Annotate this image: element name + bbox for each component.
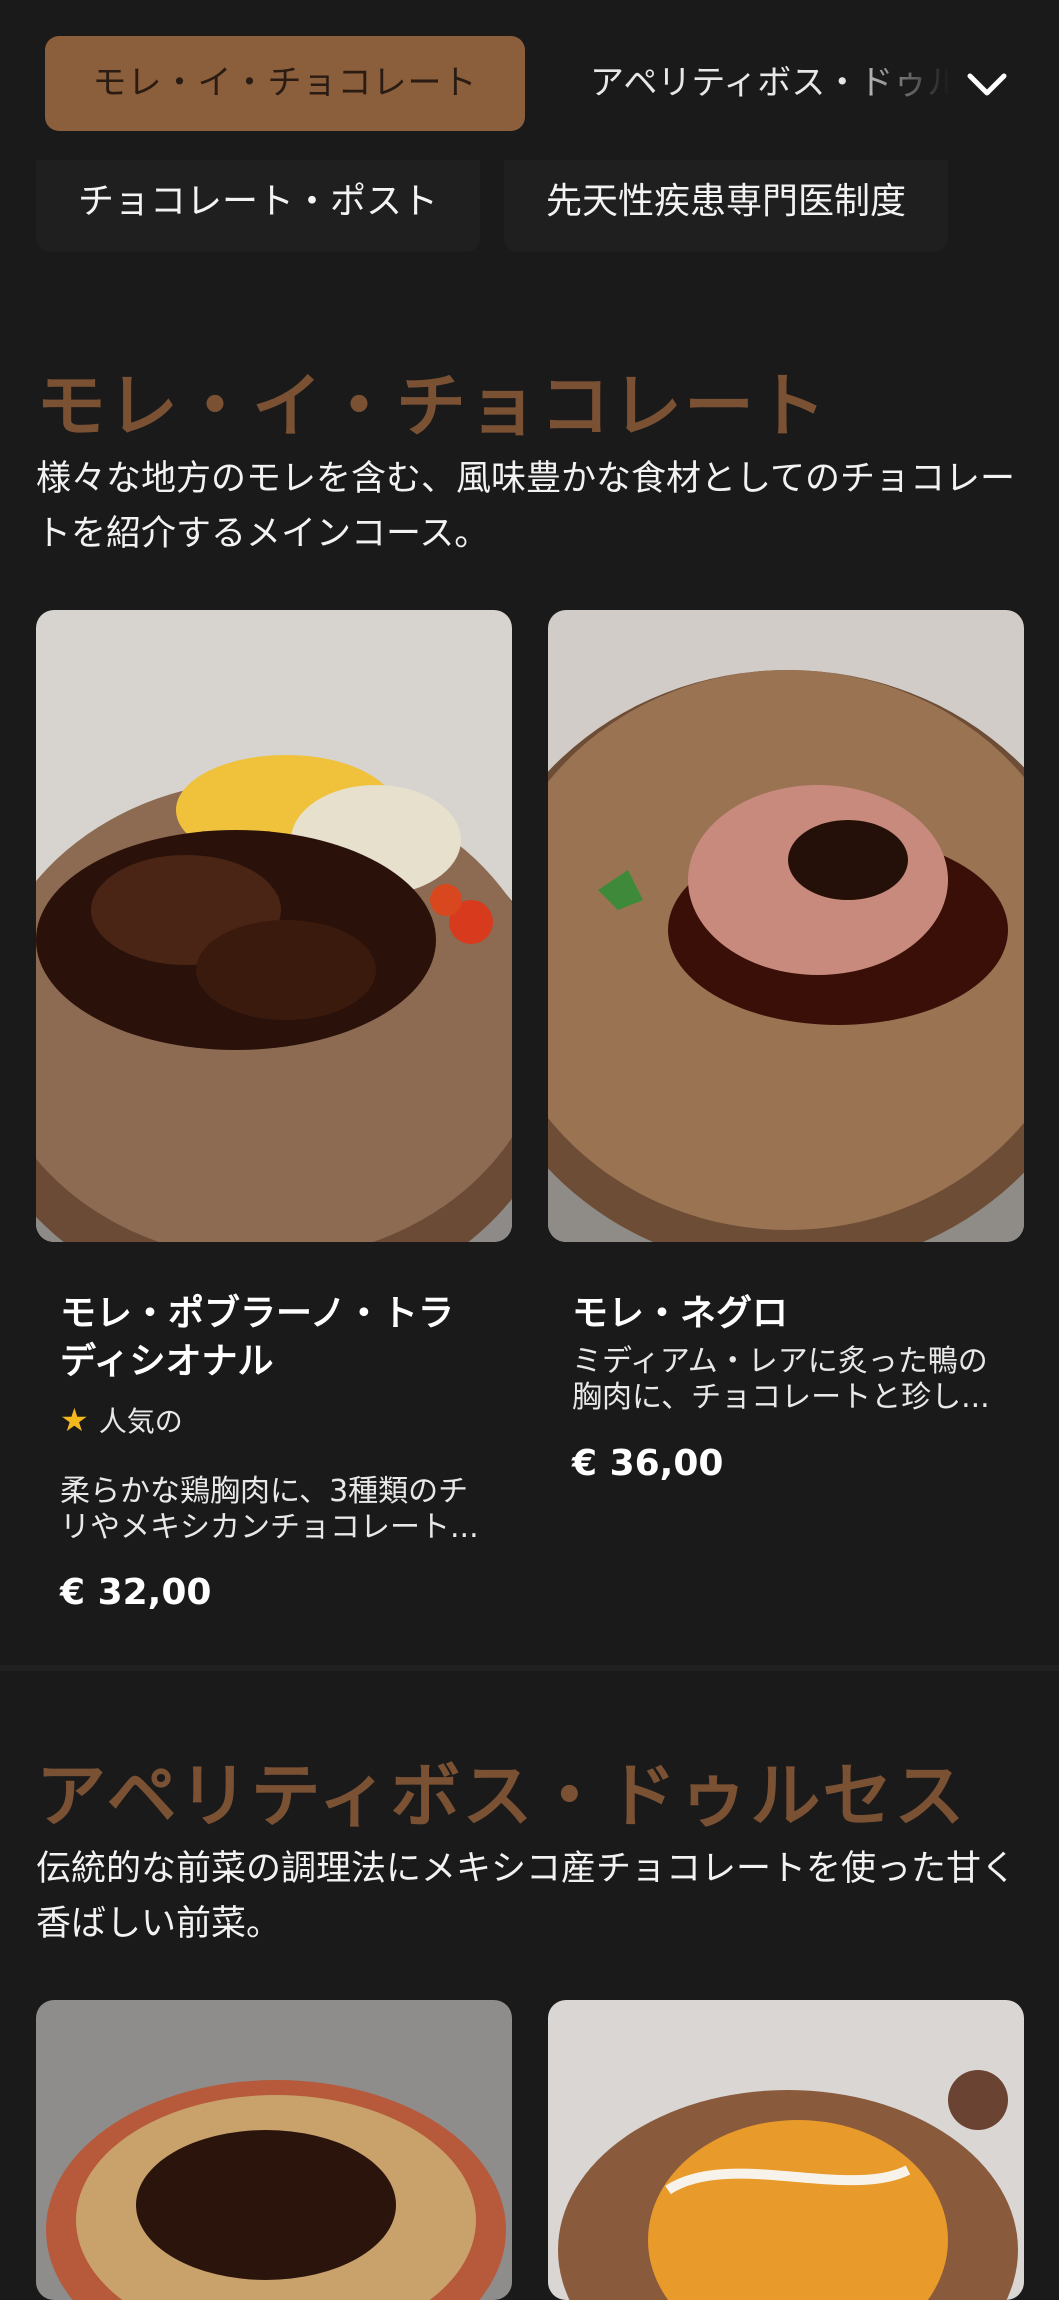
dish-description: 柔らかな鶏胸肉に、3種類のチリやメキシカンチョコレート... — [60, 1474, 479, 1545]
star-icon: ★ — [60, 1401, 89, 1439]
chip-chocolate-post[interactable]: チョコレート・ポスト — [36, 160, 480, 252]
dish-image-nachos[interactable] — [36, 2000, 512, 2300]
dish-image-enchiladas[interactable] — [548, 2000, 1024, 2300]
dish-name: モレ・ネグロ — [572, 1293, 789, 1334]
category-nav: モレ・イ・チョコレート アペリティボス・ドゥルセス — [0, 0, 1059, 165]
popular-label: 人気の — [98, 1405, 183, 1438]
chevron-down-icon[interactable] — [962, 60, 1012, 110]
dish-price: € 32,00 — [60, 1572, 212, 1613]
chip-specialist[interactable]: 先天性疾患専門医制度 — [504, 160, 948, 252]
dish-image-mole-poblano[interactable] — [36, 610, 512, 1242]
dish-description: ミディアム・レアに炙った鴨の胸肉に、チョコレートと珍し... — [572, 1344, 990, 1415]
dish-image-mole-negro[interactable] — [548, 610, 1024, 1242]
dish-price: € 36,00 — [572, 1443, 724, 1484]
dish-name: モレ・ポブラーノ・トラディシオナル — [60, 1293, 454, 1382]
tab-mole-y-chocolate[interactable]: モレ・イ・チョコレート — [45, 36, 525, 131]
section-divider — [0, 1665, 1059, 1671]
popular-badge: ★ 人気の — [60, 1400, 183, 1440]
section-title: モレ・イ・チョコレート — [36, 365, 828, 447]
tab-aperitivos-dulces[interactable]: アペリティボス・ドゥルセス — [590, 36, 950, 131]
section-description: 様々な地方のモレを含む、風味豊かな食材としてのチョコレートを紹介するメインコース… — [36, 459, 1015, 554]
subcategory-chips: チョコレート・ポスト 先天性疾患専門医制度 — [0, 160, 1059, 252]
section-description: 伝統的な前菜の調理法にメキシコ産チョコレートを使った甘く香ばしい前菜。 — [36, 1849, 1017, 1944]
section-title: アペリティボス・ドゥルセス — [36, 1755, 967, 1837]
